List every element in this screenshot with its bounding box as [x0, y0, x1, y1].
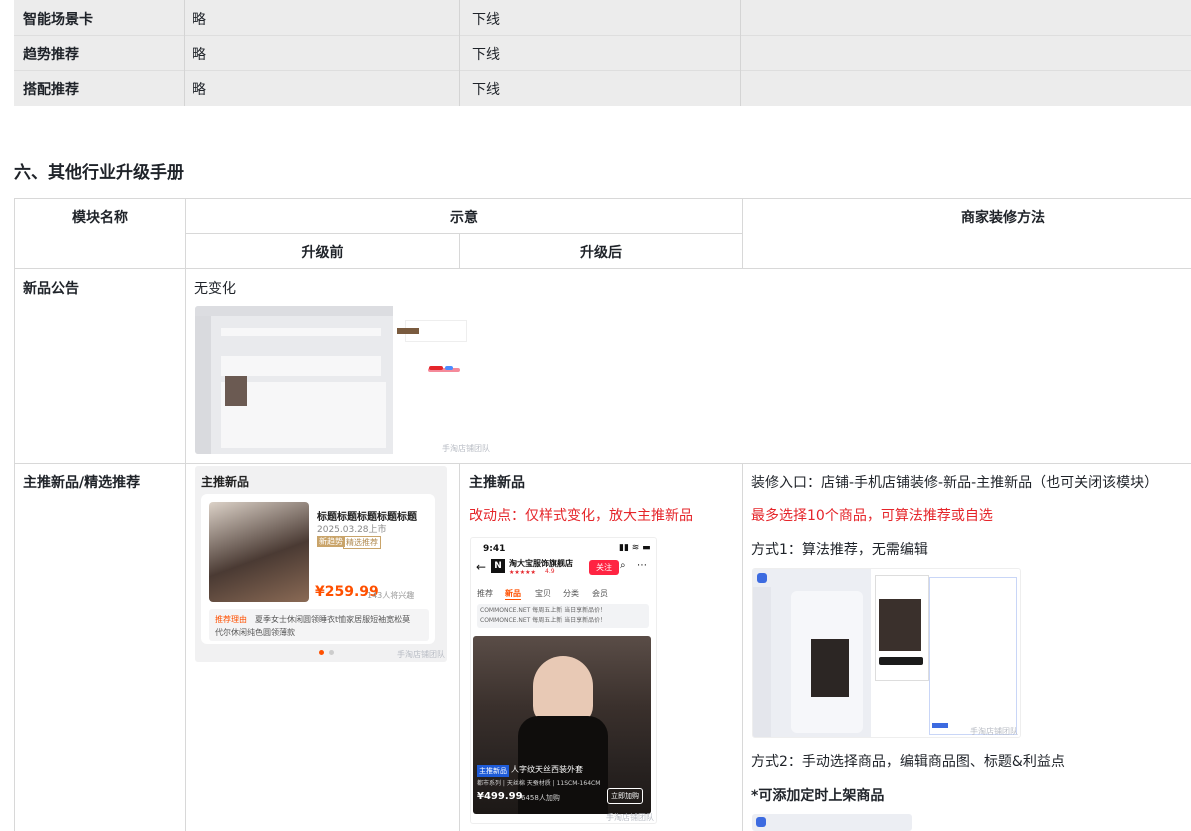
shop-logo-icon: N — [491, 559, 505, 573]
method-note: *可添加定时上架商品 — [751, 788, 885, 804]
watermark: 手淘店铺团队 — [970, 727, 1018, 736]
before-card: 主推新品 标题标题标题标题标题 2025.03.28上市 新趋势 精选推荐 ¥2… — [195, 466, 447, 662]
reason-text-2: 代尔休闲纯色圆领薄款 — [215, 628, 295, 637]
divider — [740, 0, 741, 106]
table-row: 趋势推荐 略 下线 — [14, 35, 1191, 71]
row-col2: 略 — [192, 47, 206, 63]
reason-text-1: 夏季女士休闲圆领睡衣t恤家居服短袖宽松莫 — [255, 615, 411, 624]
shop-rating: 4.9 — [545, 568, 555, 575]
tab-new[interactable]: 新品 — [505, 588, 521, 600]
no-change-note: 无变化 — [194, 281, 236, 297]
search-icon[interactable]: ⌕ — [620, 560, 626, 571]
header-before: 升级前 — [301, 245, 344, 261]
watermark: 手淘店铺团队 — [606, 813, 654, 822]
divider — [14, 463, 1191, 464]
section-title: 六、其他行业升级手册 — [14, 163, 184, 183]
method-screenshot-2 — [752, 814, 912, 831]
table-row: 搭配推荐 略 下线 — [14, 70, 1191, 106]
tab-member[interactable]: 会员 — [592, 588, 608, 599]
back-arrow-icon[interactable]: ← — [476, 560, 486, 574]
row-col3: 下线 — [472, 47, 500, 63]
header-after: 升级后 — [580, 245, 622, 261]
shop-name: 淘大宝服饰旗舰店 — [509, 559, 573, 568]
divider — [14, 198, 1191, 199]
product-title: 标题标题标题标题标题 — [317, 512, 417, 523]
divider — [459, 0, 460, 106]
tag-featured: 精选推荐 — [343, 536, 381, 549]
row-name: 智能场景卡 — [23, 12, 93, 28]
notice-bar: COMMONCE.NET 每周五上新 当日享新品价！ COMMONCE.NET … — [480, 607, 607, 624]
after-change-note: 改动点：仅样式变化，放大主推新品 — [469, 508, 693, 524]
method-screenshot-1: 手淘店铺团队 — [752, 568, 1021, 738]
divider — [185, 198, 186, 831]
buyers: 143人将兴趣 — [367, 591, 415, 600]
row-col3: 下线 — [472, 12, 500, 28]
new-announcement-screenshot: 手淘店铺团队 — [195, 306, 492, 454]
before-card-title: 主推新品 — [201, 475, 250, 489]
reason-label: 推荐理由 — [215, 615, 247, 624]
product-price: ¥499.99 — [477, 791, 523, 802]
header-method: 商家装修方法 — [961, 210, 1045, 226]
table-row: 智能场景卡 略 下线 — [14, 0, 1191, 36]
status-time: 9:41 — [483, 544, 506, 554]
carousel-dot-active — [319, 650, 324, 655]
product-image — [209, 502, 309, 602]
divider — [459, 463, 460, 831]
row-col3: 下线 — [472, 82, 500, 98]
row-name: 搭配推荐 — [23, 82, 79, 98]
divider — [185, 233, 742, 234]
after-phone-screenshot: 9:41 ▮▮ ≋ ▬ ← N 淘大宝服饰旗舰店 ★★★★★ 4.9 关注 ⌕ … — [470, 537, 657, 824]
divider — [742, 463, 743, 831]
method-way2: 方式2：手动选择商品，编辑商品图、标题&利益点 — [751, 754, 1065, 770]
tag-new-trend: 新趋势 — [317, 536, 345, 547]
tab-recommend[interactable]: 推荐 — [477, 588, 493, 599]
more-icon[interactable]: ⋯ — [637, 560, 647, 571]
row-name: 趋势推荐 — [23, 47, 79, 63]
divider — [14, 268, 1191, 269]
header-illustration: 示意 — [450, 210, 478, 226]
carousel-dot — [329, 650, 334, 655]
tab-items[interactable]: 宝贝 — [535, 588, 551, 599]
watermark: 手淘店铺团队 — [397, 650, 445, 659]
method-entry: 装修入口：店铺-手机店铺装修-新品-主推新品（也可关闭该模块） — [751, 475, 1159, 491]
method-limit: 最多选择10个商品，可算法推荐或自选 — [751, 508, 993, 524]
product-spec: 都市系列 | 天丝棉 天蚕材质 | 11SCM-164CM — [477, 780, 601, 787]
rating-stars-icon: ★★★★★ — [509, 569, 536, 576]
divider — [14, 198, 15, 831]
row-name-featured-new: 主推新品/精选推荐 — [23, 475, 141, 491]
method-way1: 方式1：算法推荐，无需编辑 — [751, 542, 928, 558]
status-icons: ▮▮ ≋ ▬ — [619, 543, 651, 553]
top-table: 智能场景卡 略 下线 趋势推荐 略 下线 搭配推荐 略 下线 — [14, 0, 1191, 106]
header-module: 模块名称 — [72, 210, 128, 226]
row-col2: 略 — [192, 82, 206, 98]
featured-badge: 主推新品 — [477, 765, 509, 777]
product-name: 人字纹天丝西装外套 — [511, 765, 583, 774]
buy-button[interactable]: 立即加购 — [607, 788, 643, 804]
divider — [184, 0, 185, 106]
row-name-new-announcement: 新品公告 — [23, 281, 79, 297]
after-title: 主推新品 — [469, 475, 525, 491]
row-col2: 略 — [192, 12, 206, 28]
tab-category[interactable]: 分类 — [563, 588, 579, 599]
product-buyers: 6458人加购 — [521, 794, 560, 802]
watermark: 手淘店铺团队 — [442, 444, 490, 453]
follow-button[interactable]: 关注 — [589, 560, 619, 575]
launch-date: 2025.03.28上市 — [317, 525, 387, 535]
